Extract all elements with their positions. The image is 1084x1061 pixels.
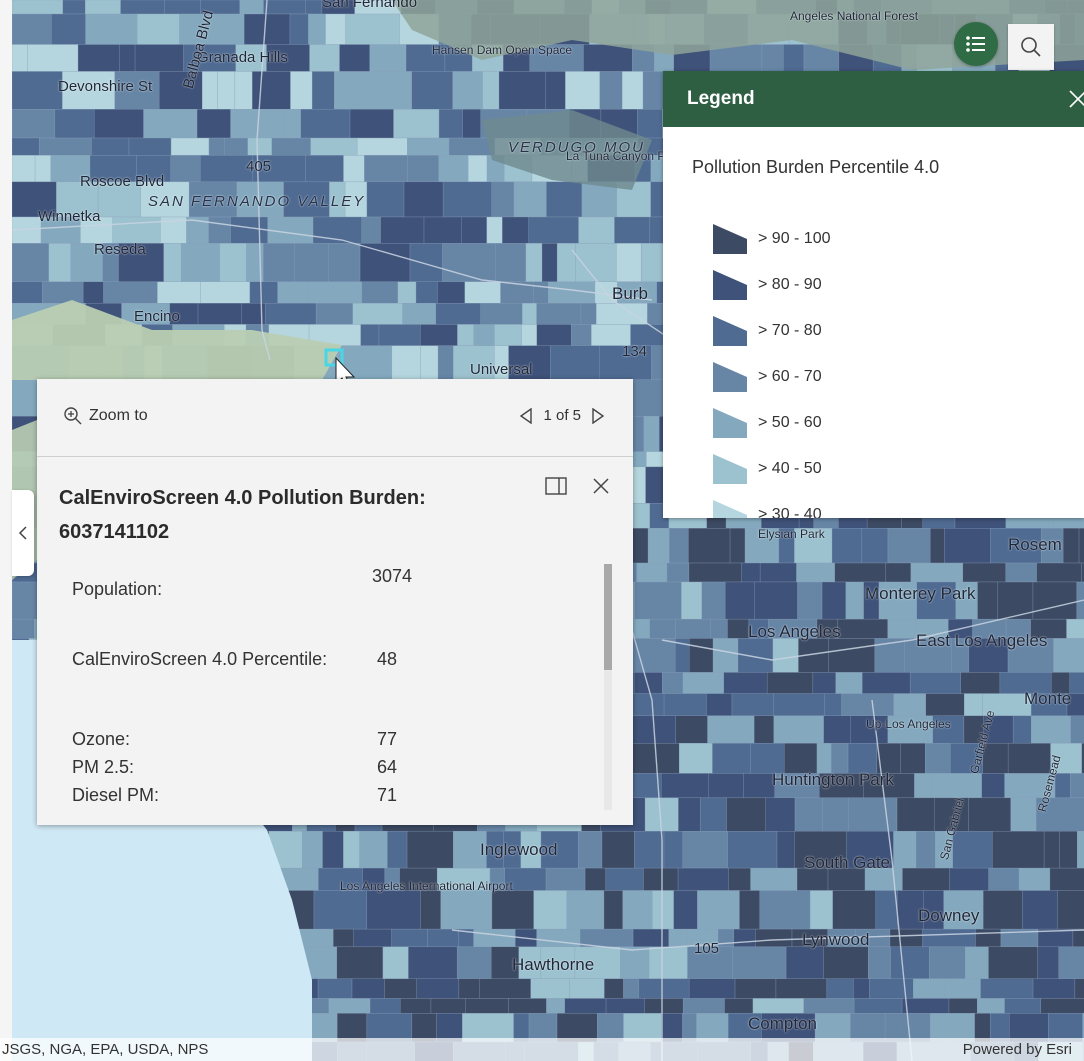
legend-swatch (713, 224, 747, 254)
legend-class-item: > 50 - 60 (663, 400, 1084, 446)
place-label: Monte (1024, 689, 1072, 708)
legend-swatch (713, 362, 747, 392)
place-label: SAN FERNANDO VALLEY (148, 193, 366, 210)
place-label: La Tuna Canyon Park (566, 149, 683, 163)
previous-icon[interactable] (519, 407, 533, 424)
feature-popup: Zoom to 1 of 5 CalEnviroScreen 4.0 Pollu… (37, 379, 633, 825)
legend-class-item: > 70 - 80 (663, 308, 1084, 354)
legend-class-label: > 80 - 90 (758, 276, 822, 293)
next-icon[interactable] (591, 407, 605, 424)
dock-icon[interactable] (545, 477, 567, 495)
collapse-panel-button[interactable] (12, 490, 34, 576)
zoom-to-button[interactable]: Zoom to (63, 406, 148, 426)
place-label: Rosem (1008, 535, 1062, 554)
place-label: Hawthorne (512, 955, 595, 974)
place-label: Angeles National Forest (790, 9, 919, 23)
place-label: Monterey Park (865, 584, 976, 603)
field-label-population: Population: (72, 579, 163, 599)
legend-header: Legend (663, 71, 1084, 127)
legend-panel: Legend Pollution Burden Percentile 4.0 >… (663, 71, 1084, 518)
legend-swatch (713, 316, 747, 346)
legend-layer-title: Pollution Burden Percentile 4.0 (692, 157, 940, 177)
legend-swatch (713, 408, 747, 438)
place-label: Los Angeles (748, 622, 841, 641)
place-label: San Fernando (322, 0, 418, 11)
place-label: Roscoe Blvd (80, 173, 165, 190)
place-label: Hansen Dam Open Space (432, 43, 573, 57)
legend-swatch (713, 270, 747, 300)
close-icon[interactable] (1066, 87, 1084, 111)
search-icon (1021, 37, 1041, 57)
place-label: Lynwood (802, 930, 870, 949)
field-label-ozone: Ozone: (72, 729, 131, 749)
popup-pager: 1 of 5 (519, 407, 605, 424)
place-label: Winnetka (38, 208, 101, 225)
place-label: Compton (748, 1014, 817, 1033)
legend-class-item: > 40 - 50 (663, 446, 1084, 492)
place-label: 405 (246, 158, 272, 175)
legend-class-item: > 60 - 70 (663, 354, 1084, 400)
legend-class-list: > 90 - 100 > 80 - 90 > 70 - 80 > 60 - 70… (663, 216, 1084, 518)
popup-title-line1: CalEnviroScreen 4.0 Pollution Burden: (59, 487, 426, 509)
popup-scrollbar[interactable] (604, 564, 612, 810)
field-value-percentile: 48 (377, 649, 398, 669)
legend-class-item: > 80 - 90 (663, 262, 1084, 308)
place-label: Encino (134, 308, 180, 325)
place-label: Granada Hills (197, 49, 288, 66)
chevron-left-icon (18, 526, 27, 540)
field-value-diesel-pm: 71 (377, 785, 398, 805)
close-icon[interactable] (591, 476, 611, 496)
field-value-ozone: 77 (377, 729, 398, 749)
popup-toolbar: Zoom to 1 of 5 (37, 379, 633, 457)
zoom-to-label: Zoom to (89, 407, 148, 424)
field-value-pm25: 64 (377, 757, 398, 777)
popup-title: CalEnviroScreen 4.0 Pollution Burden: 60… (59, 481, 499, 549)
place-label: Inglewood (480, 840, 558, 859)
legend-swatch (713, 454, 747, 484)
place-label: Burb (612, 284, 648, 303)
place-label: Up-Los Angeles (866, 717, 951, 731)
legend-class-item: > 90 - 100 (663, 216, 1084, 262)
legend-header-title: Legend (687, 88, 755, 109)
place-label: Elysian Park (758, 527, 825, 541)
zoom-in-icon (64, 407, 82, 425)
legend-class-label: > 30 - 40 (758, 506, 822, 518)
legend-class-label: > 70 - 80 (758, 322, 822, 339)
search-button[interactable] (1008, 24, 1054, 70)
popup-title-line2: 6037141102 (59, 521, 170, 543)
scrollbar-thumb[interactable] (604, 564, 612, 670)
attribution-bar: JSGS, NGA, EPA, USDA, NPS Powered by Esr… (0, 1038, 1084, 1061)
place-label: Reseda (94, 241, 146, 258)
list-icon (966, 36, 985, 52)
legend-class-item: > 30 - 40 (663, 492, 1084, 518)
place-label: Universal (470, 361, 533, 378)
place-label: East Los Angeles (916, 631, 1048, 650)
legend-toggle-button[interactable] (954, 22, 998, 66)
field-label-pm25: PM 2.5: (72, 757, 135, 777)
legend-class-label: > 50 - 60 (758, 414, 822, 431)
place-label: Los Angeles International Airport (340, 879, 513, 893)
attribution-sources: JSGS, NGA, EPA, USDA, NPS (2, 1041, 209, 1058)
field-label-diesel-pm: Diesel PM: (72, 785, 160, 805)
field-value-population: 3074 (372, 566, 413, 586)
place-label: Devonshire St (58, 78, 153, 95)
popup-content: Population: 3074 CalEnviroScreen 4.0 Per… (72, 564, 592, 810)
powered-by-esri[interactable]: Powered by Esri (963, 1041, 1072, 1058)
legend-class-label: > 60 - 70 (758, 368, 822, 385)
page-indicator: 1 of 5 (543, 407, 581, 424)
place-label: 105 (694, 940, 720, 957)
place-label: South Gate (804, 853, 891, 872)
legend-swatch (713, 500, 747, 518)
place-label: Huntington Park (772, 770, 894, 789)
legend-class-label: > 40 - 50 (758, 460, 822, 477)
legend-class-label: > 90 - 100 (758, 230, 831, 247)
place-label: Downey (918, 906, 980, 925)
field-label-percentile: CalEnviroScreen 4.0 Percentile: (72, 649, 328, 669)
place-label: 134 (622, 343, 648, 360)
